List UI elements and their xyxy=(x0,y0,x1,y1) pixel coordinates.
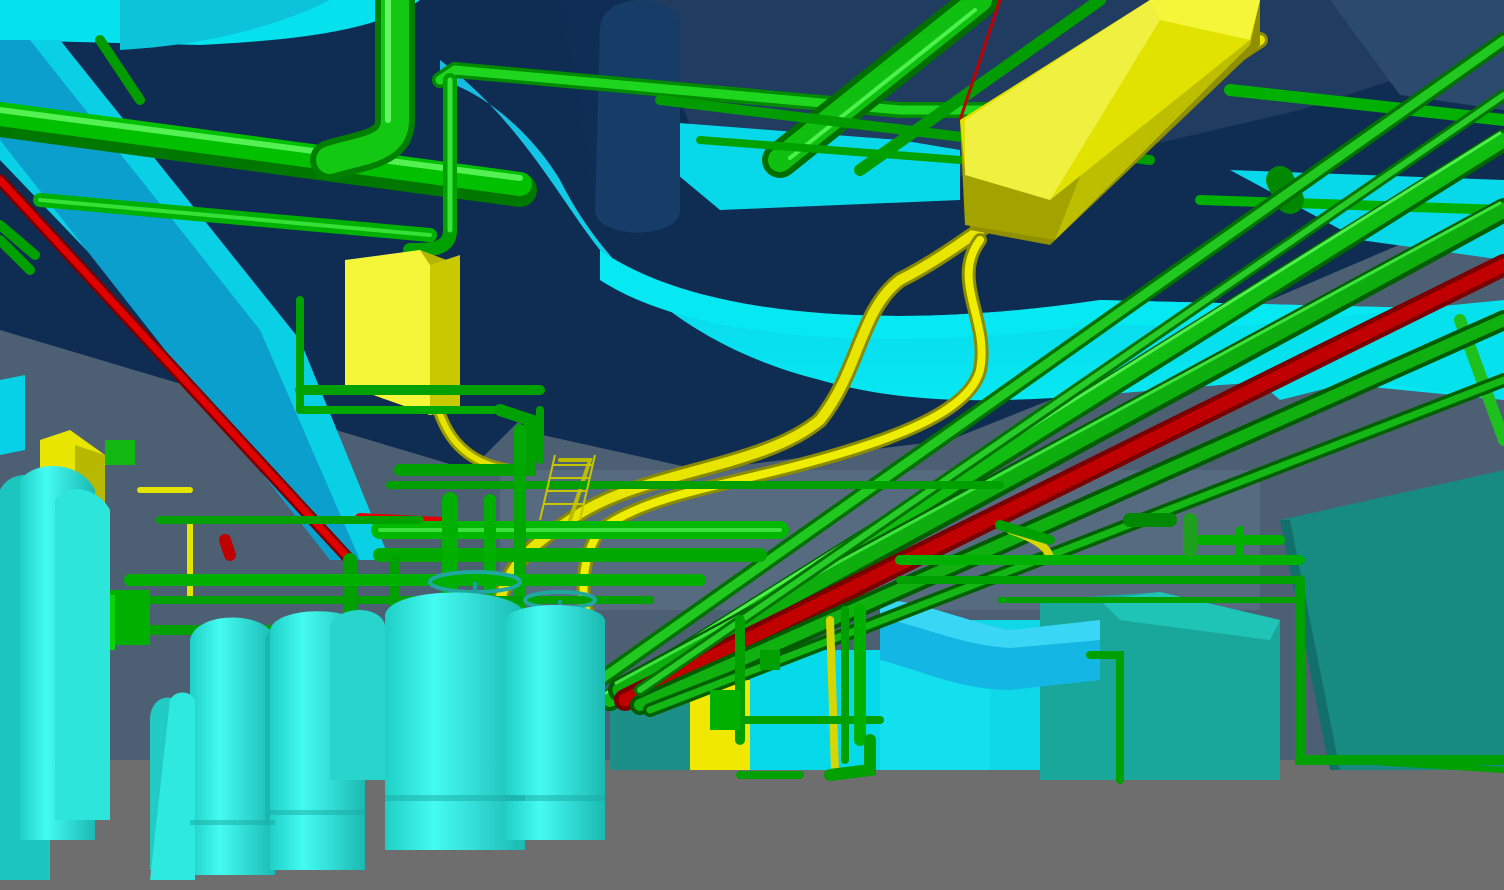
3d-viewport[interactable] xyxy=(0,0,1504,890)
plant-room-scene xyxy=(0,0,1504,890)
